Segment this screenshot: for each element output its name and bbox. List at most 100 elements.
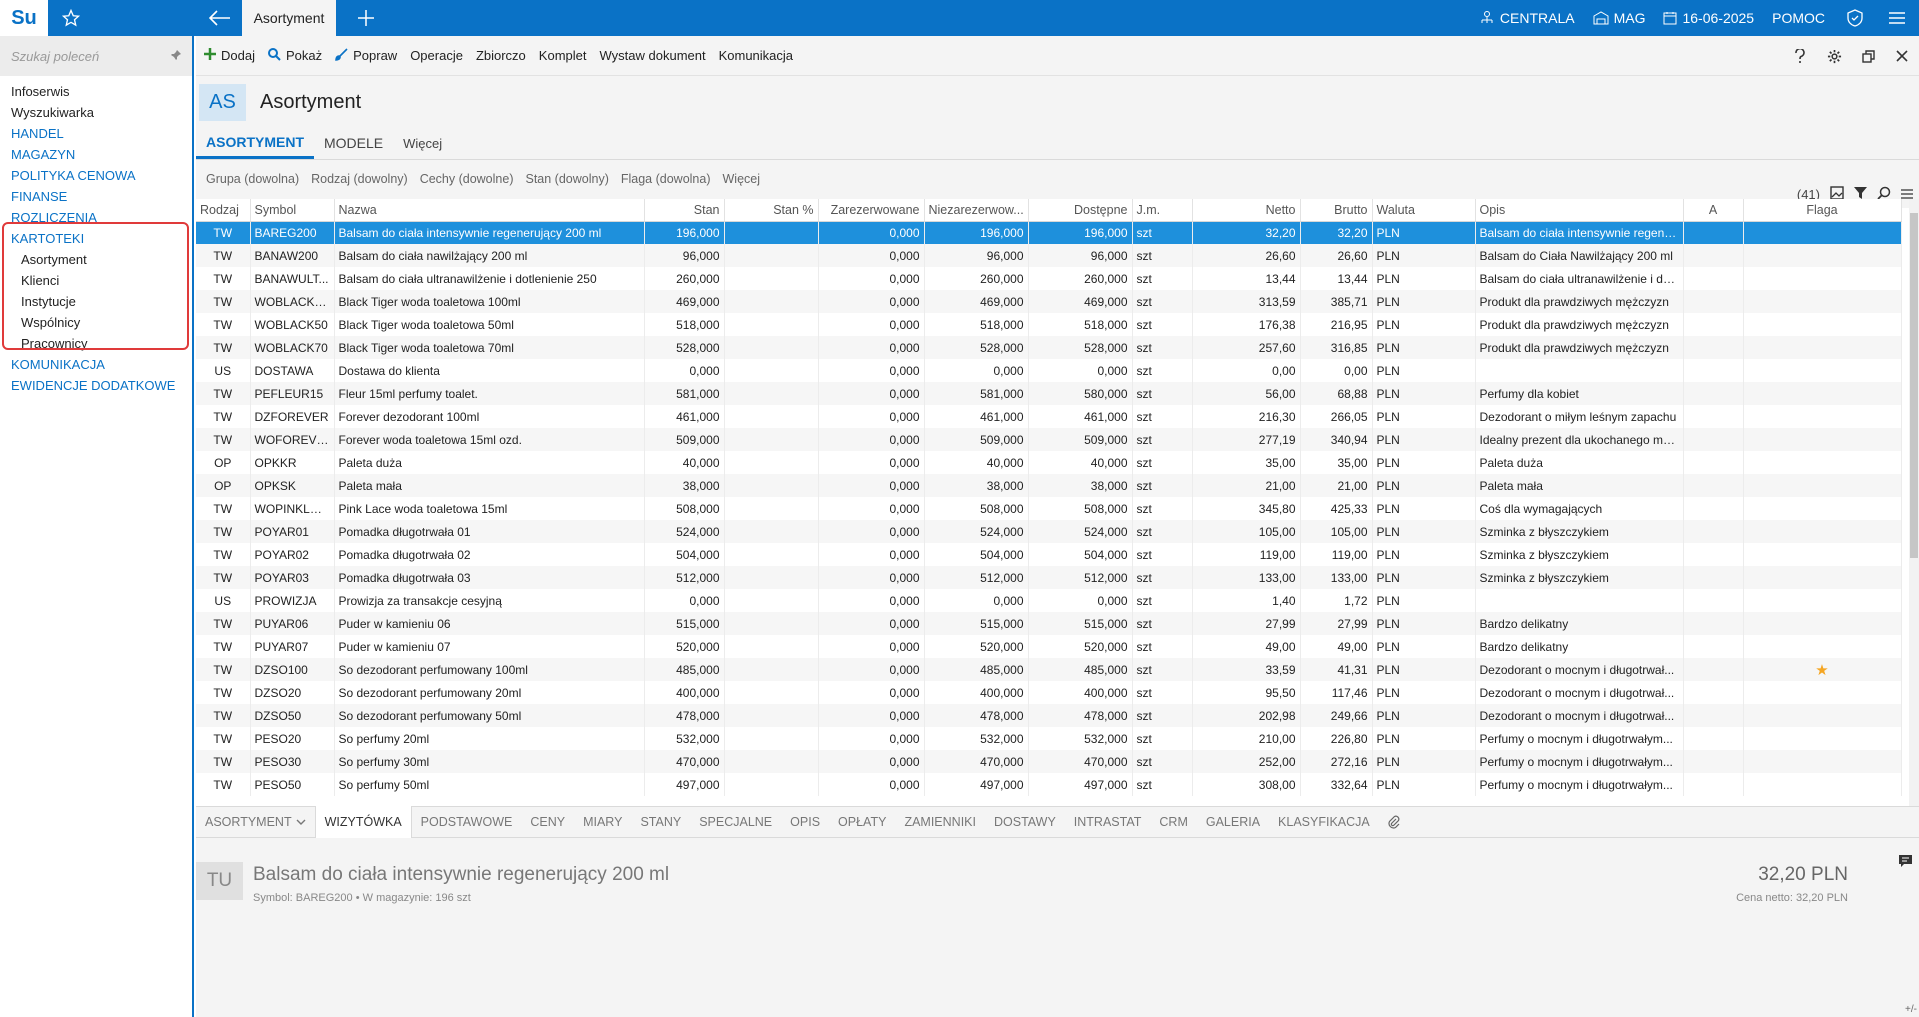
pin-icon[interactable]	[170, 49, 182, 64]
table-row[interactable]: TW WOBLACK70 Black Tiger woda toaletowa 70…	[196, 336, 1902, 359]
main-menu-icon[interactable]	[1889, 11, 1905, 25]
table-row[interactable]: TW PEFLEUR15 Fleur 15ml perfumy toalet. 581…	[196, 382, 1902, 405]
column-header-name[interactable]: Nazwa	[334, 199, 645, 222]
sidebar-item-pracownicy[interactable]: Pracownicy	[0, 333, 192, 354]
communication-button[interactable]: Komunikacja	[719, 48, 793, 63]
sidebar-item-instytucje[interactable]: Instytucje	[0, 291, 192, 312]
attachment-paperclip-icon[interactable]	[1379, 806, 1409, 838]
centrala-selector[interactable]: CENTRALA	[1479, 10, 1575, 26]
sidebar-item-ewidencje-dodatkowe[interactable]: EWIDENCJE DODATKOWE	[0, 375, 192, 396]
column-header-unreserved[interactable]: Niezarezerwow...	[924, 199, 1029, 222]
sidebar-item-komunikacja[interactable]: KOMUNIKACJA	[0, 354, 192, 375]
back-arrow-icon[interactable]	[200, 0, 240, 36]
table-row[interactable]: US PROWIZJA Prowizja za transakcje cesyjną…	[196, 589, 1902, 612]
table-row[interactable]: TW BANAW200 Balsam do ciała nawilżający 20…	[196, 244, 1902, 267]
table-row[interactable]: TW WOPINKLACE Pink Lace woda toaletowa 15m…	[196, 497, 1902, 520]
table-row[interactable]: TW POYAR02 Pomadka długotrwała 02 504,000 0,…	[196, 543, 1902, 566]
favorites-star-icon[interactable]	[48, 0, 94, 36]
command-search-input[interactable]: Szukaj poleceń	[0, 36, 192, 76]
column-header-currency[interactable]: Waluta	[1372, 199, 1476, 222]
detail-tab-opłaty[interactable]: OPŁATY	[829, 806, 895, 838]
settings-gear-icon[interactable]	[1817, 49, 1851, 64]
column-header-flag[interactable]: Flaga	[1743, 199, 1902, 222]
table-row[interactable]: TW PESO30 So perfumy 30ml 470,000 0,000 470,0…	[196, 750, 1902, 773]
warehouse-selector[interactable]: MAG	[1593, 10, 1645, 26]
security-shield-icon[interactable]	[1847, 9, 1863, 27]
date-selector[interactable]: 16-06-2025	[1663, 10, 1754, 26]
table-row[interactable]: TW BANAWULT... Balsam do ciała ultranawilż…	[196, 267, 1902, 290]
filter-group[interactable]: Grupa (dowolna)	[206, 172, 299, 186]
sidebar-item-infoserwis[interactable]: Infoserwis	[0, 81, 192, 102]
sidebar-item-finanse[interactable]: FINANSE	[0, 186, 192, 207]
detail-tab-podstawowe[interactable]: PODSTAWOWE	[412, 806, 522, 838]
table-row[interactable]: TW PUYAR06 Puder w kamieniu 06 515,000 0,000…	[196, 612, 1902, 635]
column-header-netto[interactable]: Netto	[1192, 199, 1301, 222]
table-row[interactable]: TW DZSO20 So dezodorant perfumowany 20ml 40…	[196, 681, 1902, 704]
table-row[interactable]: TW BAREG200 Balsam do ciała intensywnie re…	[196, 221, 1902, 244]
scrollbar-thumb[interactable]	[1910, 213, 1918, 558]
table-row[interactable]: OP OPKSK Paleta mała 38,000 0,000 38,000 38,00…	[196, 474, 1902, 497]
sidebar-item-rozliczenia[interactable]: ROZLICZENIA	[0, 207, 192, 228]
sidebar-item-asortyment[interactable]: Asortyment	[0, 249, 192, 270]
operations-button[interactable]: Operacje	[410, 48, 463, 63]
column-header-reserved[interactable]: Zarezerwowane	[818, 199, 925, 222]
add-button[interactable]: Dodaj	[204, 48, 255, 63]
table-row[interactable]: US DOSTAWA Dostawa do klienta 0,000 0,000 0,0…	[196, 359, 1902, 382]
sidebar-item-polityka-cenowa[interactable]: POLITYKA CENOWA	[0, 165, 192, 186]
table-row[interactable]: TW DZSO50 So dezodorant perfumowany 50ml 47…	[196, 704, 1902, 727]
detail-tab-zamienniki[interactable]: ZAMIENNIKI	[895, 806, 985, 838]
set-button[interactable]: Komplet	[539, 48, 587, 63]
table-row[interactable]: TW PESO20 So perfumy 20ml 532,000 0,000 532,0…	[196, 727, 1902, 750]
column-header-brutto[interactable]: Brutto	[1300, 199, 1373, 222]
tab-asortyment[interactable]: ASORTYMENT	[196, 127, 314, 159]
tab-modele[interactable]: MODELE	[314, 127, 393, 159]
table-row[interactable]: TW WOFOREVE... Forever woda toaletowa 15ml…	[196, 428, 1902, 451]
close-icon[interactable]	[1885, 50, 1919, 62]
tab-more[interactable]: Więcej	[393, 127, 452, 159]
issue-document-button[interactable]: Wystaw dokument	[600, 48, 706, 63]
sidebar-item-magazyn[interactable]: MAGAZYN	[0, 144, 192, 165]
sidebar-item-wspólnicy[interactable]: Wspólnicy	[0, 312, 192, 333]
sidebar-item-wyszukiwarka[interactable]: Wyszukiwarka	[0, 102, 192, 123]
table-row[interactable]: OP OPKKR Paleta duża 40,000 0,000 40,000 40,00…	[196, 451, 1902, 474]
table-row[interactable]: TW POYAR03 Pomadka długotrwała 03 512,000 0,…	[196, 566, 1902, 589]
detail-tab-miary[interactable]: MIARY	[574, 806, 631, 838]
table-row[interactable]: TW WOBLACK100 Black Tiger woda toaletowa 1…	[196, 290, 1902, 313]
summary-button[interactable]: Zbiorczo	[476, 48, 526, 63]
table-row[interactable]: TW PESO50 So perfumy 50ml 497,000 0,000 497,0…	[196, 773, 1902, 796]
restore-window-icon[interactable]	[1851, 49, 1885, 63]
detail-tab-specjalne[interactable]: SPECJALNE	[690, 806, 781, 838]
column-header-a[interactable]: A	[1683, 199, 1744, 222]
filter-features[interactable]: Cechy (dowolne)	[420, 172, 514, 186]
detail-tab-stany[interactable]: STANY	[631, 806, 690, 838]
column-header-unit[interactable]: J.m.	[1132, 199, 1193, 222]
table-row[interactable]: TW POYAR01 Pomadka długotrwała 01 524,000 0,…	[196, 520, 1902, 543]
filter-more[interactable]: Więcej	[723, 172, 761, 186]
comment-icon[interactable]	[1898, 854, 1913, 871]
detail-tab-klasyfikacja[interactable]: KLASYFIKACJA	[1269, 806, 1379, 838]
filter-flag[interactable]: Flaga (dowolna)	[621, 172, 711, 186]
column-header-type[interactable]: Rodzaj	[196, 199, 251, 222]
detail-tab-galeria[interactable]: GALERIA	[1197, 806, 1269, 838]
detail-tab-asortyment[interactable]: ASORTYMENT	[196, 806, 315, 838]
help-button[interactable]: POMOC	[1772, 10, 1825, 26]
detail-tab-ceny[interactable]: CENY	[521, 806, 574, 838]
sidebar-item-klienci[interactable]: Klienci	[0, 270, 192, 291]
column-header-stock-percent[interactable]: Stan %	[724, 199, 819, 222]
column-header-available[interactable]: Dostępne	[1028, 199, 1133, 222]
app-logo[interactable]: Su	[0, 0, 48, 36]
sidebar-item-kartoteki[interactable]: KARTOTEKI	[0, 228, 192, 249]
detail-tab-dostawy[interactable]: DOSTAWY	[985, 806, 1065, 838]
new-tab-plus-icon[interactable]	[348, 0, 384, 36]
column-header-stock[interactable]: Stan	[644, 199, 725, 222]
help-question-icon[interactable]	[1783, 49, 1817, 63]
table-row[interactable]: TW DZFOREVER Forever dezodorant 100ml 461,0…	[196, 405, 1902, 428]
column-header-symbol[interactable]: Symbol	[250, 199, 335, 222]
edit-button[interactable]: Popraw	[335, 47, 397, 64]
detail-tab-intrastat[interactable]: INTRASTAT	[1065, 806, 1151, 838]
table-row[interactable]: TW PUYAR07 Puder w kamieniu 07 520,000 0,000…	[196, 635, 1902, 658]
filter-type[interactable]: Rodzaj (dowolny)	[311, 172, 408, 186]
table-row[interactable]: TW WOBLACK50 Black Tiger woda toaletowa 50…	[196, 313, 1902, 336]
tab-asortyment-open[interactable]: Asortyment	[242, 0, 336, 36]
detail-tab-wizytówka[interactable]: WIZYTÓWKA	[314, 806, 412, 838]
